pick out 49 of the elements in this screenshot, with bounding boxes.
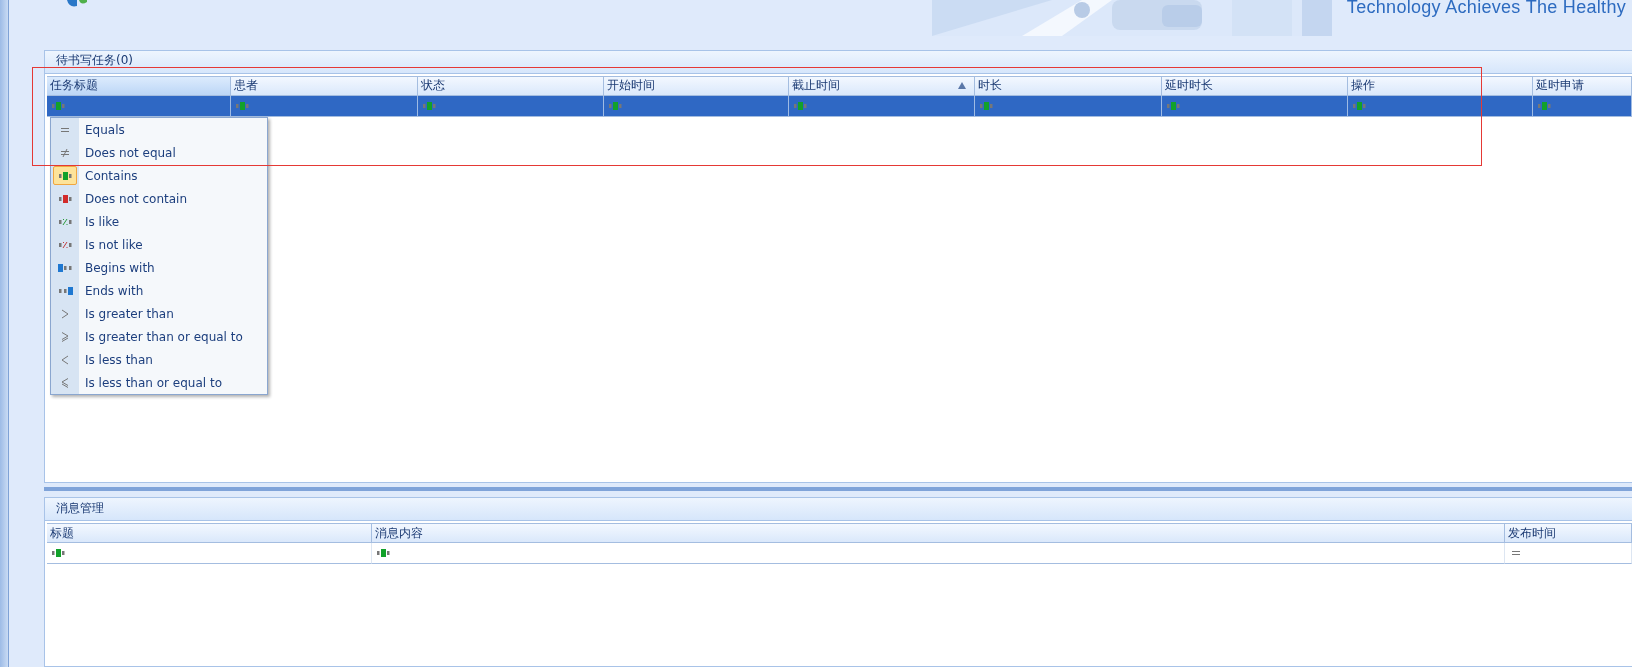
filter-contains-icon [607, 100, 624, 111]
column-header[interactable]: 延时时长 [1162, 75, 1348, 96]
menu-item[interactable]: Begins with [51, 256, 267, 279]
splitter-bar[interactable] [44, 487, 1632, 492]
column-header[interactable]: 消息内容 [372, 523, 1505, 544]
column-header[interactable]: 状态 [418, 75, 604, 96]
column-header[interactable]: 操作 [1348, 75, 1533, 96]
slogan: Technology Achieves The Healthy [1346, 0, 1626, 19]
like-icon [56, 216, 74, 227]
filter-contains-icon [978, 100, 995, 111]
menu-item[interactable]: Is not like [51, 233, 267, 256]
filter-contains-icon [50, 548, 67, 559]
menu-item[interactable]: Is less than [51, 348, 267, 371]
column-header[interactable]: 时长 [975, 75, 1162, 96]
menu-item[interactable]: Is less than or equal to [51, 371, 267, 394]
filter-contains-icon [1351, 100, 1368, 111]
column-header[interactable]: 延时申请 [1533, 75, 1632, 96]
panel-title: 待书写任务(0) [56, 52, 133, 69]
not-like-icon [56, 239, 74, 250]
column-header[interactable]: 标题 [47, 523, 372, 544]
begins-with-icon [56, 262, 74, 273]
splitter-bar[interactable] [0, 0, 9, 667]
ends-with-icon [56, 285, 74, 296]
menu-item[interactable]: Equals [51, 118, 267, 141]
menu-item[interactable]: Does not equal [51, 141, 267, 164]
panel-title: 消息管理 [56, 499, 104, 517]
does-not-contain-icon [56, 193, 74, 204]
column-header[interactable]: 患者 [231, 75, 418, 96]
menu-item[interactable]: Is like [51, 210, 267, 233]
column-header[interactable]: 截止时间 [789, 75, 975, 96]
column-header[interactable]: 任务标题 [47, 75, 231, 96]
filter-contains-icon [375, 548, 392, 559]
menu-item[interactable]: Ends with [51, 279, 267, 302]
menu-item[interactable]: Contains [51, 164, 267, 187]
contains-icon [56, 170, 74, 181]
filter-contains-icon [1536, 100, 1553, 111]
filter-contains-icon [234, 100, 251, 111]
menu-item[interactable]: Does not contain [51, 187, 267, 210]
menu-item[interactable]: Is greater than [51, 302, 267, 325]
column-header[interactable]: 发布时间 [1505, 523, 1632, 544]
filter-contains-icon [50, 100, 67, 111]
filter-contains-icon [421, 100, 438, 111]
filter-row[interactable] [47, 95, 1632, 117]
filter-contains-icon [792, 100, 809, 111]
filter-contains-icon [1165, 100, 1182, 111]
column-header[interactable]: 开始时间 [604, 75, 789, 96]
menu-item[interactable]: Is greater than or equal to [51, 325, 267, 348]
logo-icon [65, 0, 89, 8]
filter-row[interactable] [47, 543, 1632, 565]
